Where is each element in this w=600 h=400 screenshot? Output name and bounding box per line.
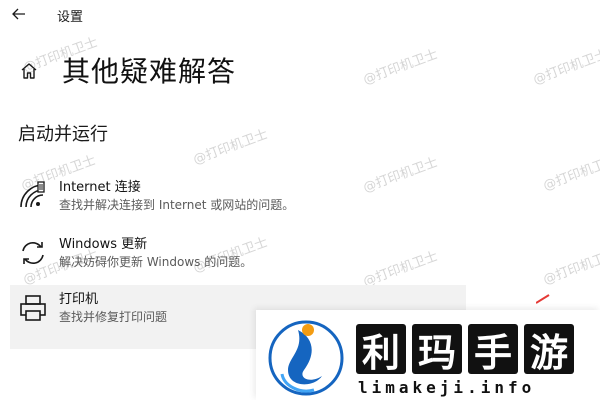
- logo-char: 手: [468, 324, 518, 375]
- troubleshooter-windows-update[interactable]: Windows 更新 解决妨碍你更新 Windows 的问题。: [10, 230, 466, 282]
- watermark: @打印机卫士: [531, 47, 600, 88]
- window-title: 设置: [57, 10, 84, 25]
- page-title: 其他疑难解答: [62, 55, 237, 88]
- back-button[interactable]: [6, 2, 32, 26]
- troubleshooter-internet[interactable]: Internet 连接 查找并解决连接到 Internet 或网站的问题。: [10, 173, 466, 225]
- site-logo: [268, 320, 344, 396]
- item-title: Internet 连接: [59, 180, 141, 195]
- home-icon: [21, 63, 37, 79]
- item-description: 查找并解决连接到 Internet 或网站的问题。: [59, 198, 295, 212]
- refresh-icon: [16, 236, 50, 270]
- home-button[interactable]: [16, 58, 42, 84]
- watermark: @打印机卫士: [541, 247, 600, 288]
- item-description: 查找并修复打印问题: [59, 310, 168, 324]
- settings-window: @打印机卫士 @打印机卫士 @打印机卫士 @打印机卫士 @打印机卫士 @打印机卫…: [0, 0, 600, 400]
- item-title: Windows 更新: [59, 237, 148, 252]
- wifi-icon: [16, 179, 50, 213]
- printer-icon: [16, 291, 50, 325]
- logo-char: 利: [356, 324, 406, 375]
- logo-text: 利 玛 手 游: [356, 324, 574, 375]
- item-title: 打印机: [59, 292, 99, 307]
- logo-banner: 利 玛 手 游 limakeji.info: [256, 310, 600, 400]
- item-description: 解决妨碍你更新 Windows 的问题。: [59, 255, 253, 269]
- logo-domain: limakeji.info: [358, 378, 536, 397]
- logo-char: 游: [524, 324, 574, 375]
- logo-char: 玛: [412, 324, 462, 375]
- watermark: @打印机卫士: [191, 127, 270, 168]
- watermark: @打印机卫士: [361, 47, 440, 88]
- arrow-left-icon: [12, 8, 25, 20]
- section-heading: 启动并运行: [18, 124, 108, 145]
- arrow-hint-icon: [536, 294, 550, 304]
- title-bar: 设置: [0, 0, 600, 28]
- watermark: @打印机卫士: [541, 153, 600, 194]
